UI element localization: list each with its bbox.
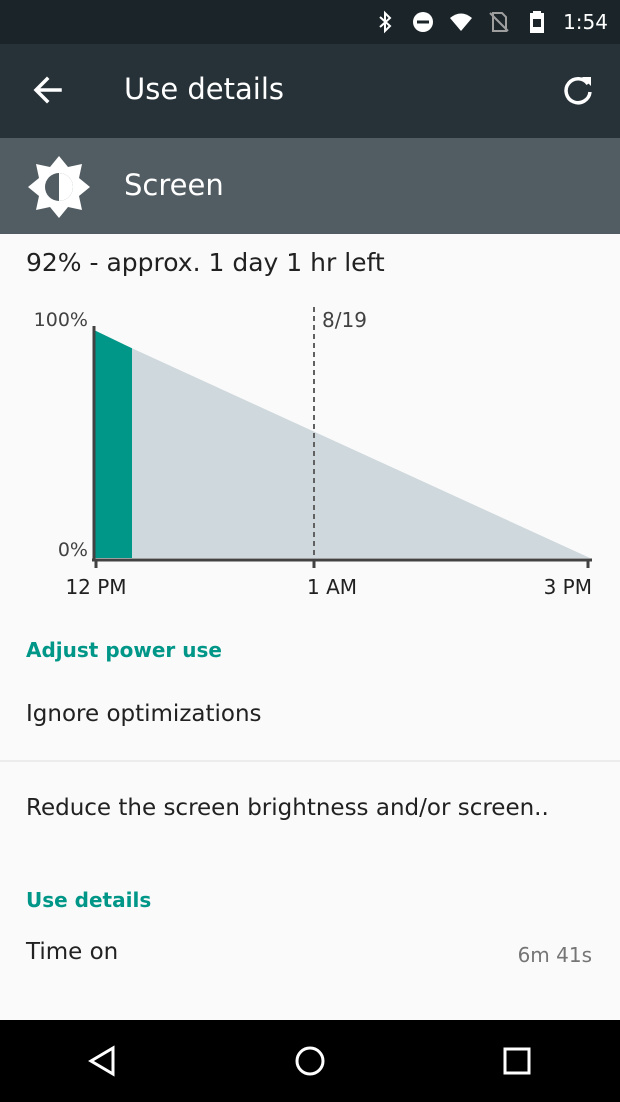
no-sim-icon	[489, 12, 509, 32]
marker-label: 8/19	[322, 308, 367, 332]
ignore-optimizations-item[interactable]: Ignore optimizations	[26, 701, 262, 727]
nav-home-icon	[295, 1046, 325, 1076]
bluetooth-icon	[379, 10, 392, 34]
y-tick-label: 100%	[34, 309, 88, 331]
refresh-icon[interactable]	[558, 70, 598, 110]
y-tick-label: 0%	[58, 539, 88, 561]
nav-recents-icon	[503, 1047, 531, 1075]
nav-recents-button[interactable]	[487, 1031, 547, 1091]
nav-home-button[interactable]	[280, 1031, 340, 1091]
toolbar: Use details	[0, 44, 620, 138]
adjust-power-label: Adjust power use	[26, 638, 222, 662]
battery-icon	[530, 11, 545, 33]
wifi-icon	[450, 13, 473, 31]
x-tick-label: 1 AM	[307, 575, 357, 599]
battery-chart: 8/19 100% 0% 12 PM 1 AM 3 PM	[34, 307, 592, 599]
reduce-brightness-item[interactable]: Reduce the screen brightness and/or scre…	[26, 795, 549, 821]
arrow-back-icon[interactable]	[28, 70, 68, 110]
status-bar: 1:54	[0, 0, 620, 44]
x-tick-label: 3 PM	[544, 575, 592, 599]
use-details-label: Use details	[26, 888, 152, 912]
nav-back-button[interactable]	[73, 1031, 133, 1091]
nav-back-icon	[88, 1045, 115, 1077]
brightness-icon	[28, 156, 90, 218]
battery-summary: 92% - approx. 1 day 1 hr left	[26, 248, 385, 277]
x-tick-label: 12 PM	[65, 575, 126, 599]
status-time: 1:54	[563, 10, 608, 34]
time-on-value: 6m 41s	[517, 943, 592, 967]
page-title: Use details	[124, 72, 285, 106]
do-not-disturb-icon	[413, 12, 434, 32]
app-name: Screen	[124, 168, 224, 202]
projected-area	[132, 348, 590, 558]
time-on-label: Time on	[26, 939, 119, 965]
used-area	[94, 330, 132, 558]
app-header: Screen	[0, 138, 620, 234]
divider	[0, 760, 620, 762]
navigation-bar	[0, 1020, 620, 1102]
